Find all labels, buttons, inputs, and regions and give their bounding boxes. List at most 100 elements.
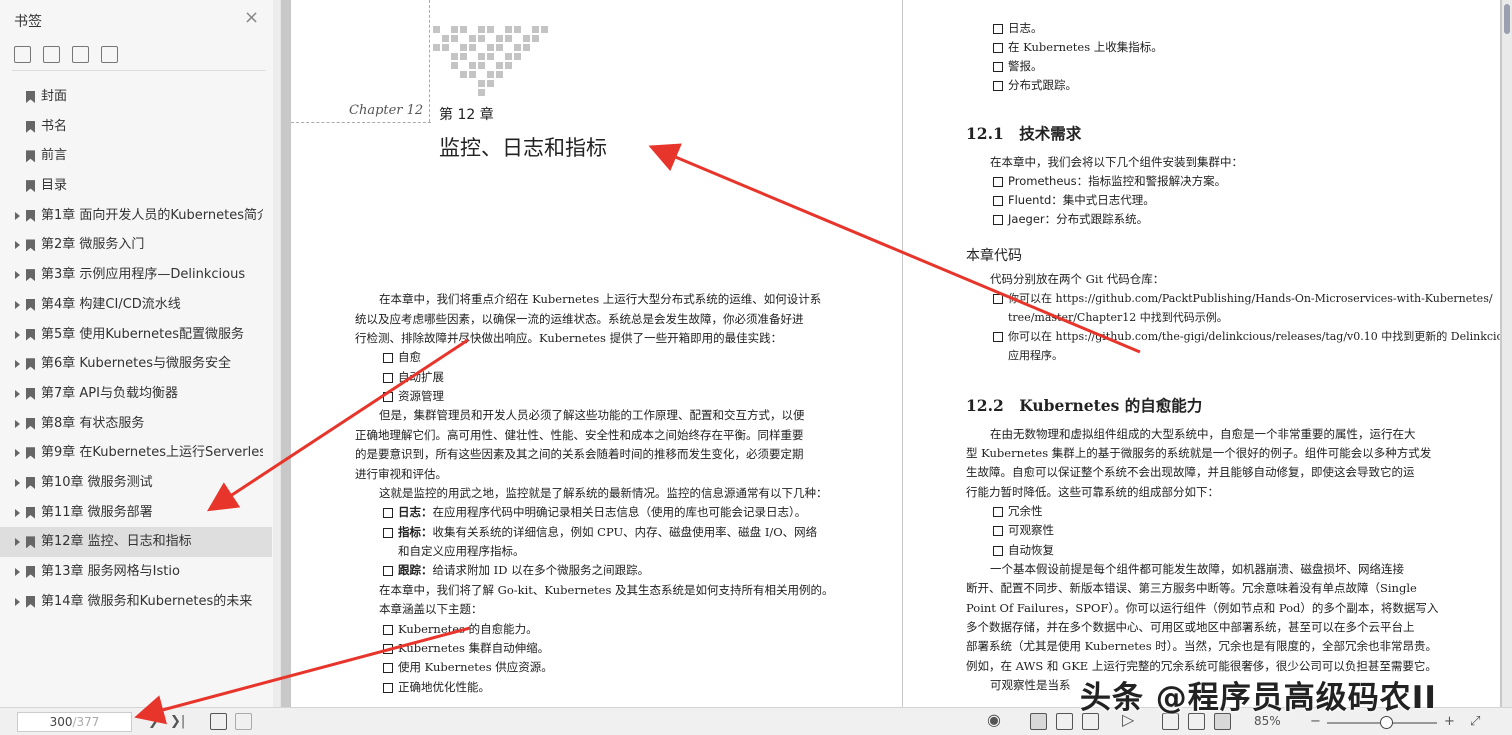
paragraph-line: 本章涵盖以下主题：: [379, 602, 483, 616]
sidebar-item-label: 第12章 监控、日志和指标: [41, 534, 192, 550]
section-heading: 12.2 Kubernetes 的自愈能力: [966, 396, 1203, 415]
paragraph-line: 应用程序。: [1008, 349, 1063, 362]
sidebar-item[interactable]: 封面: [0, 82, 272, 112]
bold-term: 跟踪：: [398, 563, 433, 577]
sidebar-item[interactable]: 第6章 Kubernetes与微服务安全: [0, 349, 272, 379]
sidebar-item[interactable]: 第12章 监控、日志和指标: [0, 527, 272, 557]
decoration-square: [496, 35, 503, 42]
bookmark-icon: [26, 566, 35, 578]
bookmark-icon[interactable]: [101, 46, 118, 63]
zoom-slider-handle[interactable]: [1380, 716, 1393, 729]
single-page-icon[interactable]: [1030, 713, 1047, 730]
list-item: 正确地优化性能。: [383, 678, 490, 698]
divider: [429, 0, 430, 122]
expand-arrow-icon[interactable]: [15, 330, 20, 339]
sidebar-item[interactable]: 第7章 API与负载均衡器: [0, 379, 272, 409]
forward-icon[interactable]: [235, 713, 252, 730]
expand-arrow-icon[interactable]: [15, 449, 20, 458]
sidebar-item[interactable]: 第9章 在Kubernetes上运行Serverless任务: [0, 438, 272, 468]
sidebar-item-label: 目录: [41, 178, 68, 194]
sidebar-item[interactable]: 书名: [0, 112, 272, 142]
sidebar-item-label: 第9章 在Kubernetes上运行Serverless任务: [41, 445, 263, 461]
paragraph-line: 统以及应考虑哪些因素，以确保一流的运维状态。系统总是会发生故障，你必须准备好进: [355, 312, 804, 326]
list-item: 跟踪：给请求附加 ID 以在多个微服务之间跟踪。: [382, 561, 649, 581]
sidebar-item[interactable]: 目录: [0, 171, 272, 201]
continuous-page-icon[interactable]: [1056, 713, 1073, 730]
sidebar-item[interactable]: 第11章 微服务部署: [0, 498, 272, 528]
decoration-square: [532, 26, 539, 33]
expand-arrow-icon[interactable]: [15, 389, 20, 398]
collapse-all-icon[interactable]: [43, 46, 60, 63]
expand-arrow-icon[interactable]: [15, 360, 20, 369]
chapter-number: 第 12 章: [439, 107, 494, 123]
add-bookmark-icon[interactable]: [72, 46, 89, 63]
page-number-input[interactable]: 300/377: [17, 712, 132, 732]
bookmark-icon: [26, 536, 35, 549]
sidebar-item[interactable]: 前言: [0, 141, 272, 171]
decoration-square: [523, 35, 530, 42]
decoration-square: [460, 71, 467, 78]
sidebar-item-label: 第13章 服务网格与Istio: [41, 564, 180, 579]
bookmark-icon: [26, 417, 35, 430]
sidebar-item-label: 第6章 Kubernetes与微服务安全: [41, 356, 231, 372]
fullscreen-icon[interactable]: ⤢: [1470, 714, 1480, 729]
expand-arrow-icon[interactable]: [15, 419, 20, 428]
decoration-square: [469, 62, 476, 69]
watermark: 头条 @程序员高级码农II: [1080, 680, 1437, 716]
bookmark-icon: [26, 91, 35, 103]
decoration-square: [505, 62, 512, 69]
list-item: 自愈: [383, 348, 421, 368]
expand-arrow-icon[interactable]: [15, 478, 20, 487]
sidebar-scrollbar[interactable]: [273, 0, 280, 707]
last-page-icon[interactable]: ❯|: [170, 714, 185, 729]
decoration-square: [460, 44, 467, 51]
bookmark-icon: [26, 120, 35, 133]
expand-arrow-icon[interactable]: [15, 211, 20, 220]
paragraph-line: 断开、配置不同步、新版本错误、第三方服务中断等。冗余意味着没有单点故障（Sing…: [966, 581, 1417, 595]
panel-title: 书签: [14, 14, 42, 30]
sidebar-item[interactable]: 第14章 微服务和Kubernetes的未来: [0, 587, 272, 617]
sidebar-item[interactable]: 第1章 面向开发人员的Kubernetes简介: [0, 201, 272, 231]
decoration-square: [505, 35, 512, 42]
expand-arrow-icon[interactable]: [15, 597, 20, 606]
divider: [12, 70, 266, 71]
document-view: Chapter 12 第 12 章 监控、日志和指标 在本章中，我们将重点介绍在…: [281, 0, 1512, 707]
list-item: 日志：在应用程序代码中明确记录相关日志信息（使用的库也可能会记录日志）。: [382, 503, 806, 523]
bold-term: 指标：: [398, 525, 433, 539]
expand-arrow-icon[interactable]: [15, 271, 20, 280]
document-scrollbar[interactable]: [1502, 0, 1512, 707]
zoom-in-icon[interactable]: +: [1444, 714, 1455, 729]
bookmark-icon: [26, 506, 35, 519]
paragraph-line: 生故障。自愈可以保证整个系统不会出现故障，并且能够自动修复，即使这会导致它的运: [966, 465, 1415, 479]
list-item: Jaeger：分布式跟踪系统。: [992, 210, 1148, 230]
eye-icon[interactable]: ◉: [987, 712, 1001, 728]
sidebar-item-label: 第7章 API与负载均衡器: [41, 385, 178, 401]
expand-arrow-icon[interactable]: [15, 241, 20, 250]
sidebar-item[interactable]: 第3章 示例应用程序—Delinkcious: [0, 260, 272, 290]
expand-arrow-icon[interactable]: [15, 538, 20, 547]
list-item: 资源管理: [383, 387, 444, 407]
decoration-square: [469, 44, 476, 51]
expand-arrow-icon[interactable]: [15, 508, 20, 517]
sidebar-item[interactable]: 第13章 服务网格与Istio: [0, 557, 272, 587]
scrollbar-thumb[interactable]: [1504, 4, 1510, 34]
list-item: Kubernetes 集群自动伸缩。: [382, 639, 549, 659]
sidebar-item[interactable]: 第8章 有状态服务: [0, 409, 272, 439]
next-page-icon[interactable]: ❯: [148, 714, 159, 729]
paragraph-line: 部署系统（尤其是使用 Kubernetes 时）。当然，冗余也是有限度的，全部冗…: [966, 639, 1438, 653]
expand-all-icon[interactable]: [14, 46, 31, 63]
decoration-square: [469, 71, 476, 78]
back-icon[interactable]: [210, 713, 227, 730]
list-text: 收集有关系统的详细信息，例如 CPU、内存、磁盘使用率、磁盘 I/O、网络: [432, 525, 818, 539]
sidebar-item-label: 前言: [41, 148, 68, 164]
decoration-square: [469, 35, 476, 42]
list-item: 自动扩展: [383, 368, 444, 388]
expand-arrow-icon[interactable]: [15, 568, 20, 576]
decoration-square: [478, 35, 485, 42]
sidebar-item[interactable]: 第2章 微服务入门: [0, 230, 272, 260]
expand-arrow-icon[interactable]: [15, 300, 20, 309]
sidebar-item[interactable]: 第10章 微服务测试: [0, 468, 272, 498]
close-icon[interactable]: ×: [244, 9, 259, 27]
sidebar-item[interactable]: 第5章 使用Kubernetes配置微服务: [0, 320, 272, 350]
sidebar-item[interactable]: 第4章 构建CI/CD流水线: [0, 290, 272, 320]
